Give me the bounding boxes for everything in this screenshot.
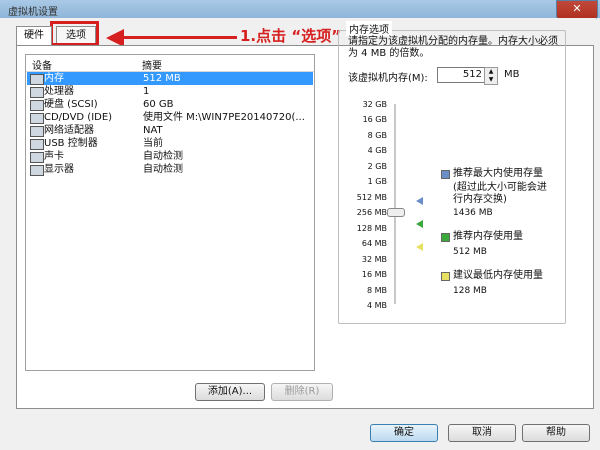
cd-dvd-icon xyxy=(30,113,44,124)
legend-swatch-yellow xyxy=(441,272,450,281)
device-summary: 使用文件 M:\WIN7PE20140720(... xyxy=(143,112,305,123)
legend-label: 建议最低内存使用量 xyxy=(453,270,543,281)
device-name: CD/DVD (IDE) xyxy=(44,112,113,123)
network-adapter-icon xyxy=(30,126,44,137)
red-arrow-shaft xyxy=(122,36,237,39)
memory-label: 该虚拟机内存(M): xyxy=(348,73,428,84)
window-title: 虚拟机设置 xyxy=(8,7,58,18)
highlight-box xyxy=(50,21,99,46)
title-bar: 虚拟机设置 ✕ xyxy=(0,0,600,19)
device-name: 处理器 xyxy=(44,86,74,97)
cancel-button[interactable]: 取消 xyxy=(448,424,516,442)
device-list[interactable]: 设备 摘要 内存 512 MB 处理器 1 硬盘 (SCSI) 60 GB CD/DV… xyxy=(25,54,315,371)
memory-description: 请指定为该虚拟机分配的内存量。内存大小必须为 4 MB 的倍数。 xyxy=(348,36,558,59)
help-button[interactable]: 帮助 xyxy=(522,424,590,442)
table-row[interactable]: 声卡 自动检测 xyxy=(27,150,313,163)
list-header: 设备 摘要 xyxy=(26,55,314,72)
display-icon xyxy=(30,165,44,176)
scale-tick: 1 GB xyxy=(367,177,387,186)
scale-tick: 16 MB xyxy=(361,270,387,279)
device-summary: 512 MB xyxy=(143,73,181,84)
device-name: 内存 xyxy=(44,73,64,84)
scale-tick: 512 MB xyxy=(356,193,387,202)
table-row[interactable]: 显示器 自动检测 xyxy=(27,163,313,176)
hard-disk-icon xyxy=(30,100,44,111)
dialog-client: 硬件 选项 1.点击 “选项” 设备 摘要 内存 512 MB 处理器 1 硬盘 (… xyxy=(4,18,596,446)
min-memory-marker-icon xyxy=(416,243,423,251)
spin-arrows-icon[interactable]: ▲ ▼ xyxy=(484,67,498,85)
remove-device-button[interactable]: 删除(R) xyxy=(271,383,333,401)
scale-tick: 64 MB xyxy=(361,239,387,248)
legend-note: (超过此大小可能会进行内存交换) xyxy=(453,182,547,205)
legend-label: 推荐内存使用量 xyxy=(453,231,523,242)
table-row[interactable]: 处理器 1 xyxy=(27,85,313,98)
memory-slider-track[interactable] xyxy=(394,104,396,304)
scale-tick: 4 MB xyxy=(366,301,387,310)
close-button[interactable]: ✕ xyxy=(556,0,598,19)
table-row[interactable]: USB 控制器 当前 xyxy=(27,137,313,150)
legend-swatch-green xyxy=(441,233,450,242)
device-summary: 自动检测 xyxy=(143,151,183,162)
scale-tick: 8 MB xyxy=(366,286,387,295)
legend-swatch-blue xyxy=(441,170,450,179)
device-name: USB 控制器 xyxy=(44,138,98,149)
device-name: 显示器 xyxy=(44,164,74,175)
table-row[interactable]: 内存 512 MB xyxy=(27,72,313,85)
scale-tick: 4 GB xyxy=(367,146,387,155)
usb-controller-icon xyxy=(30,139,44,150)
device-summary: NAT xyxy=(143,125,163,136)
device-name: 网络适配器 xyxy=(44,125,94,136)
table-row[interactable]: 硬盘 (SCSI) 60 GB xyxy=(27,98,313,111)
device-summary: 1 xyxy=(143,86,150,97)
annotation-text: 1.点击 “选项” xyxy=(240,27,342,45)
memory-icon xyxy=(30,74,44,85)
scale-tick: 8 GB xyxy=(367,131,387,140)
recommended-memory-marker-icon xyxy=(416,220,423,228)
legend-value: 512 MB xyxy=(453,247,487,257)
scale-tick: 32 GB xyxy=(362,100,387,109)
scale-tick: 128 MB xyxy=(356,224,387,233)
memory-unit: MB xyxy=(504,69,520,80)
add-device-button[interactable]: 添加(A)... xyxy=(195,383,265,401)
scale-tick: 256 MB xyxy=(356,208,387,217)
memory-slider-thumb[interactable] xyxy=(387,208,405,217)
max-memory-marker-icon xyxy=(416,197,423,205)
memory-size-input[interactable]: 512 xyxy=(437,67,485,83)
scale-tick: 32 MB xyxy=(361,255,387,264)
scale-tick: 16 GB xyxy=(362,115,387,124)
legend-value: 1436 MB xyxy=(453,208,493,218)
close-icon: ✕ xyxy=(572,2,582,15)
legend-value: 128 MB xyxy=(453,286,487,296)
device-name: 声卡 xyxy=(44,151,64,162)
processor-icon xyxy=(30,87,44,98)
ok-button[interactable]: 确定 xyxy=(370,424,438,442)
device-name: 硬盘 (SCSI) xyxy=(44,99,98,110)
legend-label: 推荐最大内使用存量 xyxy=(453,168,543,179)
device-summary: 当前 xyxy=(143,138,163,149)
memory-options-title: 内存选项 xyxy=(346,21,392,36)
sound-card-icon xyxy=(30,152,44,163)
scale-tick: 2 GB xyxy=(367,162,387,171)
device-summary: 自动检测 xyxy=(143,164,183,175)
tab-hardware[interactable]: 硬件 xyxy=(16,26,52,45)
device-summary: 60 GB xyxy=(143,99,174,110)
table-row[interactable]: CD/DVD (IDE) 使用文件 M:\WIN7PE20140720(... xyxy=(27,111,313,124)
header-summary[interactable]: 摘要 xyxy=(142,57,162,72)
table-row[interactable]: 网络适配器 NAT xyxy=(27,124,313,137)
header-device[interactable]: 设备 xyxy=(32,57,52,72)
